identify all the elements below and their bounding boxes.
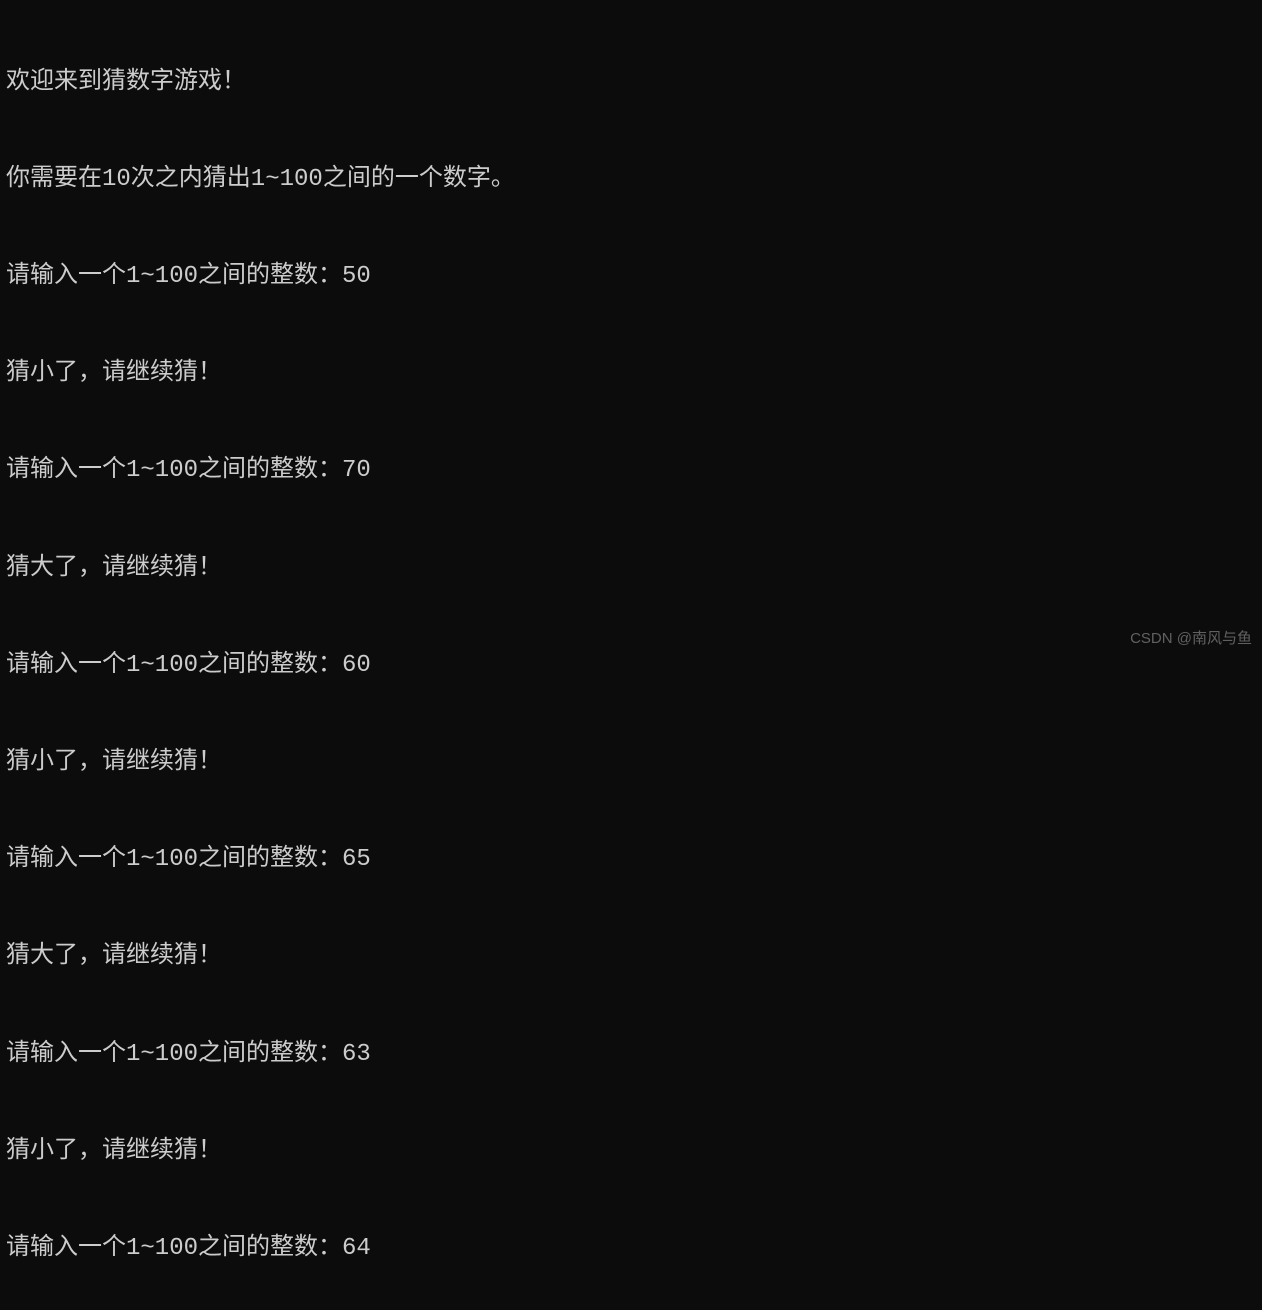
- output-line: 请输入一个1~100之间的整数：64: [6, 1233, 1256, 1265]
- output-line: 猜小了，请继续猜！: [6, 358, 1256, 390]
- output-line: 请输入一个1~100之间的整数：65: [6, 844, 1256, 876]
- output-line: 请输入一个1~100之间的整数：50: [6, 261, 1256, 293]
- watermark-text: CSDN @南风与鱼: [1130, 629, 1252, 649]
- output-line: 欢迎来到猜数字游戏！: [6, 67, 1256, 99]
- output-line: 猜大了，请继续猜！: [6, 553, 1256, 585]
- output-line: 请输入一个1~100之间的整数：63: [6, 1039, 1256, 1071]
- output-line: 请输入一个1~100之间的整数：70: [6, 455, 1256, 487]
- output-line: 猜大了，请继续猜！: [6, 941, 1256, 973]
- terminal-output[interactable]: 欢迎来到猜数字游戏！ 你需要在10次之内猜出1~100之间的一个数字。 请输入一…: [6, 2, 1256, 1310]
- output-line: 猜小了，请继续猜！: [6, 747, 1256, 779]
- output-line: 你需要在10次之内猜出1~100之间的一个数字。: [6, 164, 1256, 196]
- output-line: 猜小了，请继续猜！: [6, 1136, 1256, 1168]
